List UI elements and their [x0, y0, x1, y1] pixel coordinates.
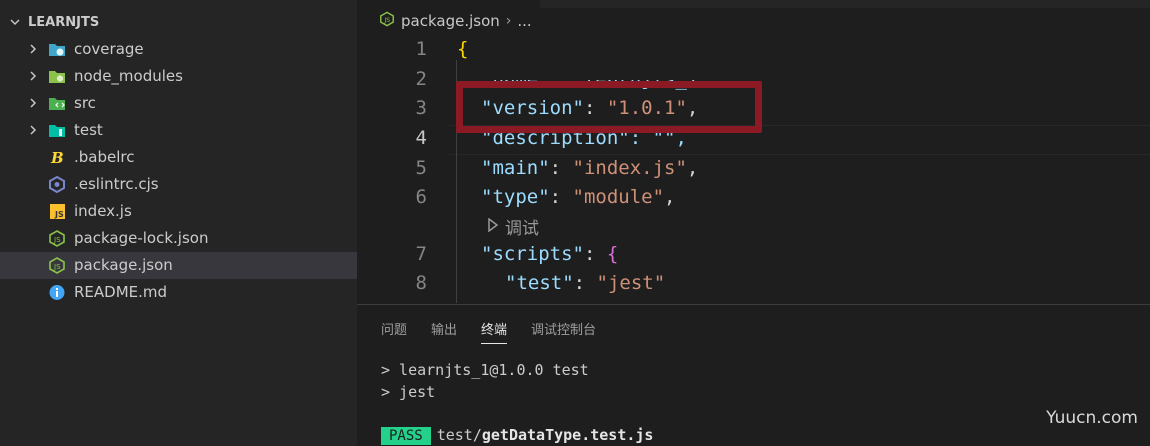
json-key: "test" — [505, 272, 574, 294]
src-folder-icon — [48, 95, 66, 112]
tree-item-label: package.json — [74, 256, 173, 274]
svg-text:JS: JS — [383, 17, 390, 24]
svg-text:JS: JS — [54, 210, 64, 219]
tree-item-label: coverage — [74, 40, 144, 58]
line-number: 3 — [415, 97, 427, 119]
test-folder-icon — [48, 122, 66, 139]
chevron-right-icon — [26, 96, 40, 110]
line-number: 1 — [415, 38, 427, 60]
line-number: 8 — [415, 272, 427, 294]
json-brace: { — [606, 243, 619, 265]
nodejs-icon: JS — [48, 230, 66, 247]
play-icon — [487, 217, 499, 237]
explorer-title: LEARNJTS — [28, 14, 100, 30]
tab-output[interactable]: 输出 — [431, 319, 457, 344]
json-value: "jest" — [596, 272, 666, 294]
codelens-label: 调试 — [505, 219, 539, 239]
breadcrumb-file[interactable]: package.json — [401, 12, 500, 30]
tree-item-eslintrc[interactable]: .eslintrc.cjs — [0, 171, 357, 198]
svg-text:JS: JS — [53, 236, 61, 244]
json-comma: , — [686, 157, 699, 179]
annotation-cover — [477, 60, 737, 80]
tree-item-label: README.md — [74, 283, 168, 301]
json-key: "type" — [481, 186, 550, 208]
tree-item-package-json[interactable]: JS package.json — [0, 252, 357, 279]
bottom-panel: 问题 输出 终端 调试控制台 > learnjts_1@1.0.0 test >… — [357, 304, 1150, 446]
json-value: "module" — [572, 186, 665, 208]
svg-text:B: B — [50, 149, 64, 166]
tree-item-babelrc[interactable]: B .babelrc — [0, 144, 357, 171]
watermark: Yuucn.com — [1046, 408, 1138, 428]
json-colon: : — [583, 243, 607, 265]
pass-badge: PASS — [381, 427, 431, 445]
terminal-line: > jest — [381, 383, 436, 401]
test-path-dir: test/ — [436, 426, 482, 444]
json-comma: , — [664, 186, 676, 208]
explorer-sidebar: LEARNJTS coverage node_modules src test — [0, 0, 357, 446]
chevron-right-icon — [26, 123, 40, 137]
terminal-result-line: PASS test/getDataType.test.js — [381, 426, 653, 445]
tab-terminal[interactable]: 终端 — [481, 319, 508, 344]
json-colon: : — [549, 157, 573, 179]
line-number-active: 4 — [415, 127, 427, 149]
tree-item-node-modules[interactable]: node_modules — [0, 63, 357, 90]
js-icon: JS — [48, 203, 66, 220]
code-editor[interactable]: JS package.json › ... 1 2 3 4 5 6 7 8 { … — [357, 0, 1150, 303]
breadcrumb-rest[interactable]: ... — [517, 12, 531, 30]
tree-item-label: index.js — [74, 202, 132, 220]
json-key: "scripts" — [481, 243, 584, 265]
tree-item-package-lock[interactable]: JS package-lock.json — [0, 225, 357, 252]
tree-item-label: package-lock.json — [74, 229, 209, 247]
chevron-down-icon — [8, 15, 22, 29]
line-number: 5 — [415, 157, 427, 179]
tree-item-label: src — [74, 94, 96, 112]
test-path-file: getDataType.test.js — [481, 426, 654, 444]
line-number: 2 — [415, 68, 427, 90]
annotation-highlight-box — [456, 81, 762, 133]
chevron-right-icon — [26, 42, 40, 56]
file-tree: coverage node_modules src test B .babelr… — [0, 36, 357, 306]
nodejs-icon: JS — [48, 257, 66, 274]
json-colon: : — [573, 272, 597, 294]
line-number: 6 — [415, 186, 427, 208]
tree-item-label: node_modules — [74, 67, 183, 85]
editor-top-strip — [540, 0, 1150, 8]
babel-icon: B — [48, 149, 66, 167]
tree-item-label: .babelrc — [74, 148, 135, 166]
debug-codelens[interactable]: 调试 — [487, 214, 539, 239]
breadcrumb: JS package.json › ... — [379, 10, 532, 32]
json-value: "index.js" — [572, 157, 687, 179]
tree-item-readme[interactable]: README.md — [0, 279, 357, 306]
code-line-1: { — [457, 38, 469, 60]
tree-item-test[interactable]: test — [0, 117, 357, 144]
eslint-icon — [48, 175, 66, 194]
tree-item-label: .eslintrc.cjs — [74, 175, 159, 193]
tab-debug-console[interactable]: 调试控制台 — [531, 319, 596, 344]
breadcrumb-separator: › — [505, 13, 512, 29]
code-line-6: "type": "module", — [481, 186, 676, 208]
chevron-right-icon — [26, 69, 40, 83]
coverage-folder-icon — [48, 41, 66, 58]
tree-item-index-js[interactable]: JS index.js — [0, 198, 357, 225]
line-number: 7 — [415, 243, 427, 265]
tab-problems[interactable]: 问题 — [381, 319, 407, 344]
code-line-7: "scripts": { — [481, 243, 618, 265]
code-line-8: "test": "jest" — [505, 272, 665, 294]
explorer-header[interactable]: LEARNJTS — [8, 12, 99, 32]
tree-item-src[interactable]: src — [0, 90, 357, 117]
tree-item-label: test — [74, 121, 103, 139]
terminal-line: > learnjts_1@1.0.0 test — [381, 361, 589, 379]
tree-item-coverage[interactable]: coverage — [0, 36, 357, 63]
node-folder-icon — [48, 68, 66, 85]
nodejs-icon: JS — [379, 11, 395, 31]
json-colon: : — [549, 186, 573, 208]
json-key: "main" — [481, 157, 550, 179]
code-line-5: "main": "index.js", — [481, 157, 698, 179]
svg-text:JS: JS — [53, 263, 61, 271]
panel-tabs: 问题 输出 终端 调试控制台 — [381, 319, 596, 344]
info-icon — [48, 284, 66, 301]
